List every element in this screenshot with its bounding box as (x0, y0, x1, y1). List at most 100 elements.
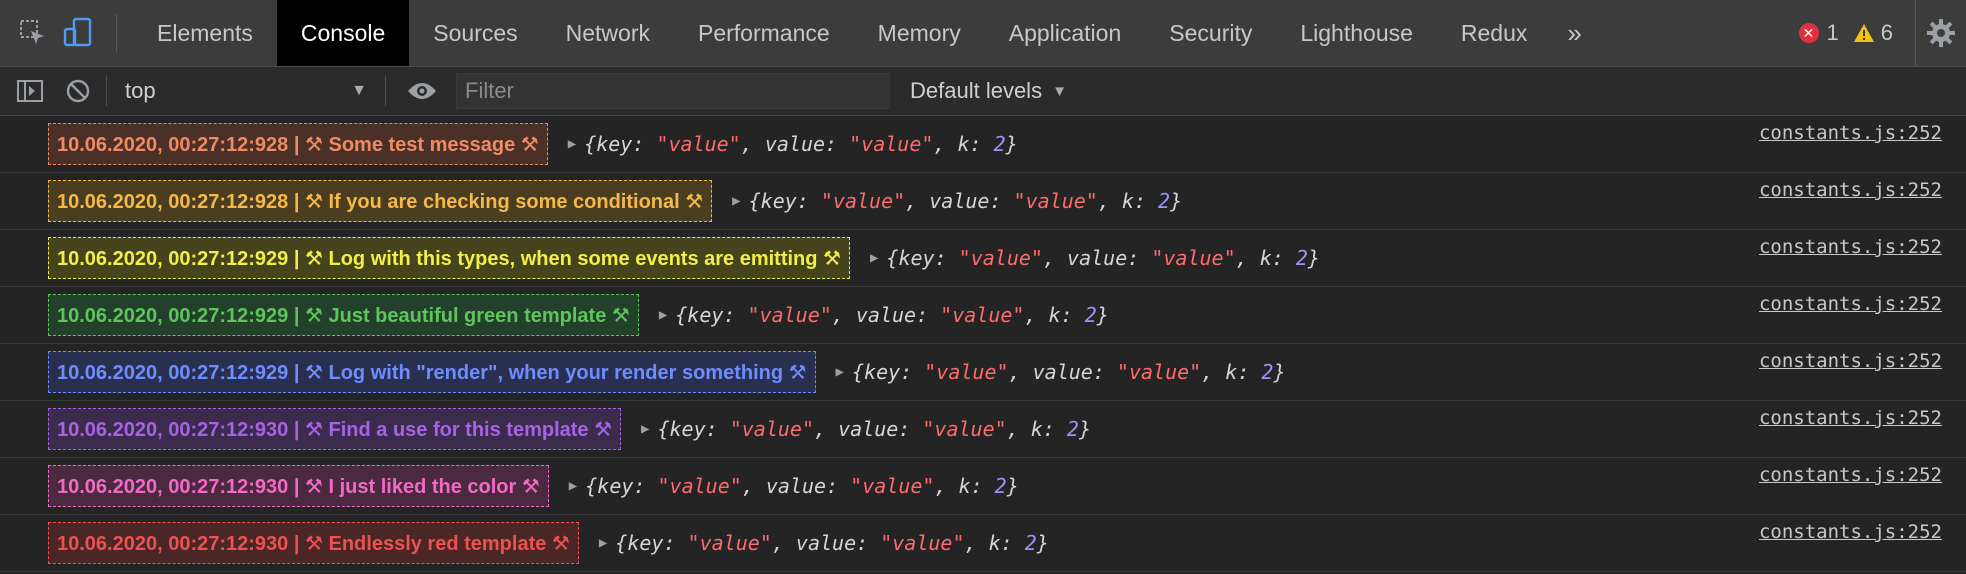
object-syntax: {key: (675, 303, 748, 327)
tab-network[interactable]: Network (542, 0, 674, 66)
source-link[interactable]: constants.js:252 (1759, 350, 1942, 372)
source-link[interactable]: constants.js:252 (1759, 407, 1942, 429)
tab-lighthouse[interactable]: Lighthouse (1276, 0, 1437, 66)
styled-log-label: 10.06.2020, 00:27:12:928 | ⚒ If you are … (48, 180, 713, 222)
console-toolbar: top ▼ Filter Default levels ▼ (0, 67, 1966, 116)
inspect-element-icon[interactable] (8, 0, 58, 66)
expand-triangle-icon[interactable]: ▶ (836, 364, 844, 380)
logged-object-preview[interactable]: ▶ {key: "value", value: "value", k: 2} (732, 189, 1182, 213)
warning-count[interactable]: 6 (1881, 20, 1893, 46)
object-syntax: {key: (657, 417, 730, 441)
logged-object-preview[interactable]: ▶ {key: "value", value: "value", k: 2} (641, 417, 1091, 441)
device-toolbar-icon[interactable] (58, 0, 98, 66)
object-syntax: , k: (1201, 360, 1262, 384)
object-syntax: {key: (886, 246, 959, 270)
string-value: "value" (820, 189, 906, 213)
logged-object-preview[interactable]: ▶ {key: "value", value: "value", k: 2} (599, 531, 1049, 555)
dropdown-arrow-icon: ▼ (1052, 82, 1067, 100)
string-value: "value" (687, 531, 772, 555)
source-link[interactable]: constants.js:252 (1759, 293, 1942, 315)
object-syntax: , k: (1235, 246, 1296, 270)
logged-object-preview[interactable]: ▶ {key: "value", value: "value", k: 2} (568, 132, 1018, 156)
expand-triangle-icon[interactable]: ▶ (569, 478, 577, 494)
divider (106, 76, 107, 106)
console-message-row: 10.06.2020, 00:27:12:930 | ⚒ Endlessly r… (0, 515, 1966, 572)
more-tabs-button[interactable]: » (1551, 0, 1597, 66)
object-syntax: {key: (851, 360, 925, 384)
expand-triangle-icon[interactable]: ▶ (568, 136, 576, 152)
logged-object-preview[interactable]: ▶ {key: "value", value: "value", k: 2} (870, 246, 1320, 270)
tab-elements[interactable]: Elements (133, 0, 277, 66)
object-syntax: , value: (814, 417, 923, 441)
filter-input[interactable]: Filter (456, 73, 890, 109)
string-value: "value" (1013, 189, 1098, 213)
settings-gear-icon[interactable] (1915, 0, 1966, 66)
source-link[interactable]: constants.js:252 (1759, 521, 1942, 543)
warning-icon[interactable] (1853, 23, 1875, 43)
number-value: 2 (994, 474, 1007, 498)
object-syntax: {key: (748, 189, 821, 213)
number-value: 2 (1084, 303, 1097, 327)
string-value: "value" (1151, 246, 1236, 270)
number-value: 2 (1261, 360, 1274, 384)
panel-tabs: Elements Console Sources Network Performance… (133, 0, 1551, 66)
object-syntax: , k: (934, 474, 995, 498)
filter-placeholder: Filter (465, 78, 514, 103)
tab-security[interactable]: Security (1145, 0, 1276, 66)
object-syntax: } (1006, 474, 1019, 498)
object-syntax: } (1170, 189, 1183, 213)
logged-object-preview[interactable]: ▶ {key: "value", value: "value", k: 2} (836, 360, 1286, 384)
expand-triangle-icon[interactable]: ▶ (641, 421, 649, 437)
error-count[interactable]: 1 (1827, 20, 1839, 46)
expand-triangle-icon[interactable]: ▶ (599, 535, 607, 551)
console-message-row: 10.06.2020, 00:27:12:930 | ⚒ Find a use … (0, 401, 1966, 458)
number-value: 2 (993, 132, 1006, 156)
log-levels-dropdown[interactable]: Default levels ▼ (910, 78, 1067, 104)
number-value: 2 (1024, 531, 1037, 555)
styled-log-label: 10.06.2020, 00:27:12:929 | ⚒ Just beauti… (48, 294, 639, 336)
expand-triangle-icon[interactable]: ▶ (659, 307, 667, 323)
console-messages: 10.06.2020, 00:27:12:928 | ⚒ Some test m… (0, 116, 1966, 572)
console-message-row: 10.06.2020, 00:27:12:928 | ⚒ If you are … (0, 173, 1966, 230)
tab-redux[interactable]: Redux (1437, 0, 1551, 66)
status-area: ✕ 1 6 (1798, 0, 1966, 66)
tab-application[interactable]: Application (985, 0, 1146, 66)
object-syntax: , value: (740, 132, 850, 156)
string-value: "value" (747, 303, 832, 327)
live-expression-eye-icon[interactable] (392, 67, 452, 115)
tab-sources[interactable]: Sources (409, 0, 541, 66)
clear-console-icon[interactable] (56, 67, 100, 115)
object-syntax: , value: (1042, 246, 1152, 270)
console-message-row: 10.06.2020, 00:27:12:929 | ⚒ Just beauti… (0, 287, 1966, 344)
string-value: "value" (849, 132, 934, 156)
string-value: "value" (924, 360, 1009, 384)
sidebar-toggle-icon[interactable] (8, 67, 52, 115)
source-link[interactable]: constants.js:252 (1759, 122, 1942, 144)
object-syntax: , value: (771, 531, 881, 555)
expand-triangle-icon[interactable]: ▶ (732, 193, 740, 209)
error-icon[interactable]: ✕ (1798, 23, 1819, 43)
tab-memory[interactable]: Memory (854, 0, 985, 66)
source-link[interactable]: constants.js:252 (1759, 179, 1942, 201)
object-syntax: } (1005, 132, 1018, 156)
object-syntax: } (1273, 360, 1286, 384)
object-syntax: , k: (933, 132, 994, 156)
object-syntax: , value: (831, 303, 941, 327)
console-message-row: 10.06.2020, 00:27:12:929 | ⚒ Log with th… (0, 230, 1966, 287)
tab-console[interactable]: Console (276, 0, 410, 66)
string-value: "value" (940, 303, 1025, 327)
logged-object-preview[interactable]: ▶ {key: "value", value: "value", k: 2} (659, 303, 1109, 327)
source-link[interactable]: constants.js:252 (1759, 464, 1942, 486)
object-syntax: , k: (1024, 303, 1085, 327)
styled-log-label: 10.06.2020, 00:27:12:929 | ⚒ Log with th… (48, 237, 850, 279)
context-selector[interactable]: top ▼ (113, 67, 379, 115)
string-value: "value" (922, 417, 1007, 441)
string-value: "value" (657, 474, 742, 498)
source-link[interactable]: constants.js:252 (1759, 236, 1942, 258)
object-syntax: {key: (584, 132, 657, 156)
styled-log-label: 10.06.2020, 00:27:12:930 | ⚒ I just like… (48, 465, 549, 507)
logged-object-preview[interactable]: ▶ {key: "value", value: "value", k: 2} (569, 474, 1019, 498)
expand-triangle-icon[interactable]: ▶ (870, 250, 878, 266)
tab-performance[interactable]: Performance (674, 0, 854, 66)
number-value: 2 (1158, 189, 1171, 213)
